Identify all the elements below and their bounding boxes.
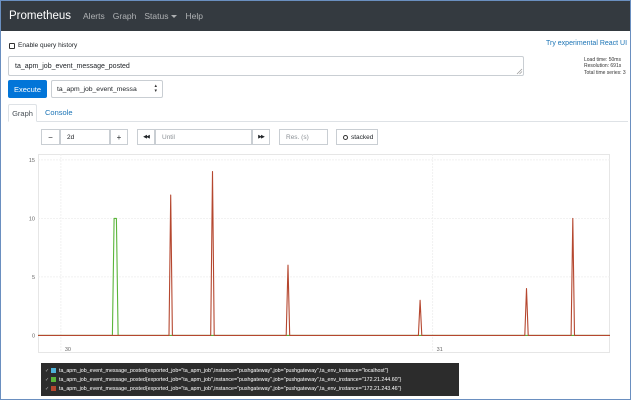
legend-label-1: ta_apm_job_event_message_posted{exported…	[59, 367, 389, 374]
nav-status-dropdown[interactable]: Status	[144, 11, 178, 21]
x-tick-label: 31	[437, 347, 443, 353]
legend-item[interactable]: ✓ ta_apm_job_event_message_posted{export…	[45, 366, 459, 375]
graph-plot[interactable]: 0 5 10 15 30 31	[29, 154, 610, 353]
nav-alerts[interactable]: Alerts	[83, 11, 105, 21]
expression-input[interactable]: ta_apm_job_event_message_posted	[8, 56, 524, 76]
legend-label-2: ta_apm_job_event_message_posted{exported…	[59, 376, 402, 383]
y-tick-label: 10	[29, 216, 35, 222]
legend-label-3: ta_apm_job_event_message_posted{exported…	[59, 385, 402, 392]
resolution-text: Resolution: 691s	[584, 63, 622, 70]
query-history-checkbox[interactable]	[9, 43, 15, 49]
legend-item[interactable]: ✓ ta_apm_job_event_message_posted{export…	[45, 384, 459, 393]
y-tick-label: 15	[29, 158, 35, 164]
select-arrows-icon: ▴ ▾	[154, 83, 157, 94]
total-series-text: Total time series: 3	[584, 69, 626, 76]
legend-swatch-3	[51, 386, 56, 391]
stacked-checkbox-icon	[343, 134, 348, 140]
query-stats: Load time: 50ms Resolution: 691s Total t…	[584, 57, 626, 76]
brand-logo[interactable]: Prometheus	[9, 10, 71, 22]
resize-handle-icon[interactable]	[516, 68, 523, 75]
execute-button[interactable]: Execute	[8, 80, 47, 98]
graph-legend: ✓ ta_apm_job_event_message_posted{export…	[41, 363, 459, 396]
legend-swatch-2	[51, 377, 56, 382]
metric-select[interactable]: ta_apm_job_event_messa ▴ ▾	[51, 80, 163, 98]
tab-console[interactable]: Console	[45, 104, 73, 122]
resolution-input[interactable]: Res. (s)	[279, 129, 328, 145]
range-increase-button[interactable]: +	[110, 129, 128, 145]
until-placeholder: Until	[162, 134, 176, 141]
tab-graph[interactable]: Graph	[8, 104, 37, 122]
query-history-label: Enable query history	[18, 42, 78, 49]
range-decrease-button[interactable]: −	[41, 129, 60, 145]
x-tick-label: 30	[65, 347, 71, 353]
legend-swatch-1	[51, 368, 56, 373]
react-ui-link[interactable]: Try experimental React UI	[546, 40, 627, 47]
step-forward-button[interactable]: ▶▶	[252, 129, 270, 145]
y-tick-label: 5	[32, 275, 35, 281]
metric-select-value: ta_apm_job_event_messa	[57, 86, 137, 93]
stacked-toggle-button[interactable]: stacked	[336, 129, 378, 145]
stacked-label: stacked	[351, 133, 374, 141]
nav-help[interactable]: Help	[185, 11, 202, 21]
legend-item[interactable]: ✓ ta_apm_job_event_message_posted{export…	[45, 375, 459, 384]
chevron-down-icon	[171, 14, 178, 18]
range-input[interactable]: 2d	[60, 129, 110, 145]
top-navbar: Prometheus Alerts Graph Status Help	[1, 1, 630, 31]
panel-tabs: Graph Console	[8, 104, 628, 122]
plot-grid	[38, 154, 610, 353]
until-input[interactable]: Until	[155, 129, 252, 145]
step-back-button[interactable]: ◀◀	[137, 129, 155, 145]
nav-status-label: Status	[144, 11, 169, 21]
plot-frame	[38, 154, 610, 353]
nav-graph[interactable]: Graph	[113, 11, 137, 21]
y-tick-label: 0	[32, 333, 35, 339]
resolution-placeholder: Res. (s)	[286, 134, 309, 141]
